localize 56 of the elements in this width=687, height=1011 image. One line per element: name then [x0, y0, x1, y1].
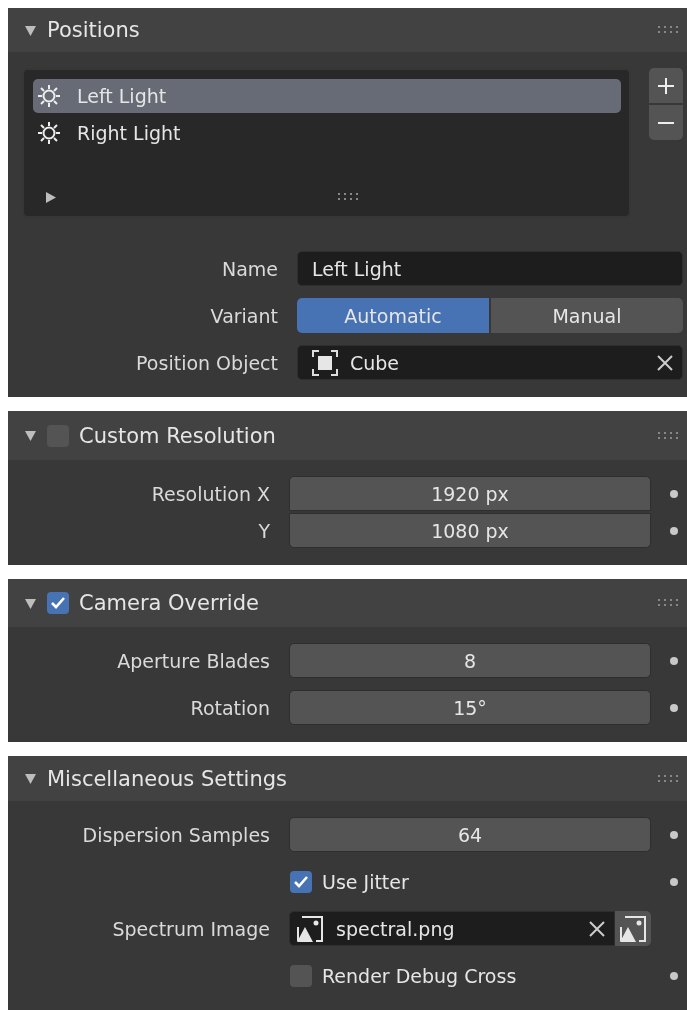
- minus-icon: [657, 120, 675, 125]
- name-field[interactable]: Left Light: [297, 251, 683, 286]
- grip-icon: [337, 192, 359, 202]
- panel-title: Positions: [47, 18, 141, 42]
- check-icon: [50, 595, 66, 611]
- object-name: Cube: [350, 351, 401, 374]
- field-label: Position Object: [136, 351, 278, 374]
- panel-title: Custom Resolution: [79, 423, 277, 448]
- grip-icon: [657, 25, 679, 35]
- object-field[interactable]: Cube: [297, 345, 683, 380]
- add-button[interactable]: [649, 68, 683, 103]
- grip-icon: [657, 773, 679, 784]
- checkbox-label: Use Jitter: [322, 870, 409, 893]
- field-label: Variant: [210, 304, 278, 327]
- number-field[interactable]: 1920 px: [289, 476, 651, 511]
- field-label: Rotation: [190, 696, 270, 719]
- field-label: Spectrum Image: [112, 917, 270, 940]
- checkbox[interactable]: [290, 964, 312, 987]
- list-item[interactable]: Left Light: [33, 79, 621, 113]
- option-button[interactable]: Manual: [491, 298, 683, 333]
- image-field[interactable]: spectral.png: [289, 911, 615, 946]
- number-field[interactable]: 8: [289, 643, 651, 678]
- cube-icon: [312, 349, 338, 376]
- browse-image-button[interactable]: [615, 911, 651, 946]
- panel-header[interactable]: Positions: [8, 8, 687, 52]
- checkbox-option[interactable]: Use Jitter: [289, 870, 409, 893]
- field-label: Dispersion Samples: [82, 823, 270, 846]
- grip-icon: [657, 598, 679, 608]
- image-name: spectral.png: [336, 917, 456, 940]
- number-field[interactable]: 1080 px: [289, 513, 651, 548]
- expand-triangle-icon: [44, 190, 57, 204]
- plus-icon: [657, 76, 675, 95]
- field-label: Aperture Blades: [117, 649, 270, 672]
- number-field[interactable]: 15°: [289, 690, 651, 725]
- field-label: Resolution X: [151, 482, 270, 505]
- field-label: Name: [221, 257, 278, 280]
- field-label: Y: [258, 519, 270, 542]
- panel-header[interactable]: Custom Resolution: [8, 411, 687, 460]
- checkbox[interactable]: [290, 870, 312, 893]
- number-field[interactable]: 64: [289, 817, 651, 852]
- remove-button[interactable]: [649, 105, 683, 140]
- panel-header[interactable]: Camera Override: [8, 579, 687, 627]
- item-label: Right Light: [77, 122, 181, 144]
- grip-icon: [657, 430, 679, 441]
- image-icon: [296, 914, 324, 943]
- close-icon[interactable]: [588, 919, 606, 938]
- sun-icon: [37, 121, 61, 145]
- list-item[interactable]: Right Light: [33, 116, 621, 150]
- panel-title: Miscellaneous Settings: [47, 766, 289, 791]
- item-label: Left Light: [77, 85, 167, 107]
- sun-icon: [37, 84, 61, 108]
- checkbox[interactable]: [47, 592, 69, 614]
- panel-title: Camera Override: [79, 591, 260, 615]
- panel-header[interactable]: Miscellaneous Settings: [8, 756, 687, 801]
- close-icon[interactable]: [656, 353, 674, 372]
- option-button[interactable]: Automatic: [297, 298, 489, 333]
